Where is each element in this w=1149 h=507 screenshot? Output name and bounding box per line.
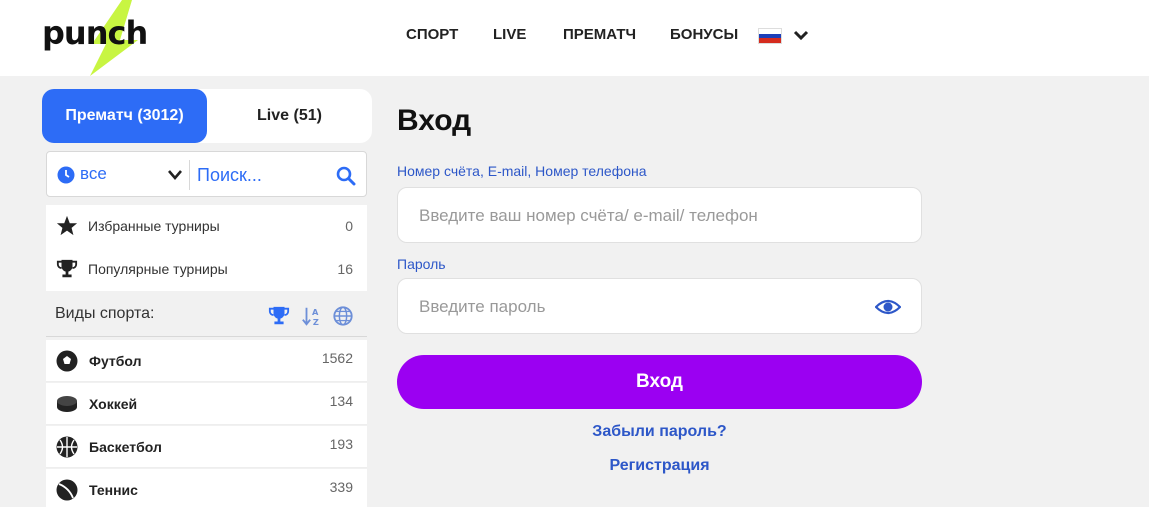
sport-item-football[interactable]: Футбол 1562 — [46, 340, 367, 382]
forgot-password-link[interactable]: Забыли пароль? — [397, 423, 922, 441]
eye-icon[interactable] — [875, 296, 901, 318]
search-icon[interactable] — [336, 166, 356, 186]
trophy-sort-icon[interactable] — [268, 305, 290, 327]
soccer-ball-icon — [56, 350, 78, 372]
popular-tournaments-item[interactable]: Популярные турниры 16 — [46, 248, 367, 291]
time-filter-select[interactable]: все — [80, 164, 107, 184]
list-item-count: 16 — [337, 261, 353, 277]
nav-sport[interactable]: СПОРТ — [406, 26, 458, 43]
list-item-label: Популярные турниры — [88, 261, 228, 277]
sports-header: Виды спорта: A Z — [46, 293, 367, 337]
logo[interactable]: punch — [40, 0, 190, 76]
login-title: Вход — [397, 104, 472, 137]
password-field — [397, 278, 922, 334]
sport-label: Хоккей — [89, 396, 138, 412]
favorite-tournaments-item[interactable]: Избранные турниры 0 — [46, 205, 367, 248]
star-icon — [56, 215, 78, 236]
divider — [189, 160, 190, 190]
svg-text:Z: Z — [313, 317, 319, 327]
sport-count: 339 — [329, 479, 353, 495]
chevron-down-icon[interactable] — [792, 26, 810, 44]
nav-bonuses[interactable]: БОНУСЫ — [670, 26, 738, 43]
tab-live[interactable]: Live (51) — [207, 89, 372, 143]
account-field — [397, 187, 922, 243]
favorites-list: Избранные турниры 0 Популярные турниры 1… — [46, 205, 367, 291]
sport-count: 134 — [329, 393, 353, 409]
list-item-label: Избранные турниры — [88, 218, 220, 234]
sport-item-tennis[interactable]: Теннис 339 — [46, 469, 367, 507]
password-input[interactable] — [419, 293, 859, 321]
sport-item-hockey[interactable]: Хоккей 134 — [46, 383, 367, 425]
russia-flag-icon[interactable] — [758, 28, 782, 44]
sport-count: 1562 — [321, 350, 353, 366]
hockey-puck-icon — [57, 396, 77, 412]
sort-alphabetical-icon[interactable]: A Z — [301, 305, 323, 327]
mode-tabs: Прематч (3012) Live (51) — [42, 89, 372, 143]
nav-live[interactable]: LIVE — [493, 26, 526, 43]
nav-prematch[interactable]: ПРЕМАТЧ — [563, 26, 636, 43]
basketball-icon — [56, 436, 78, 458]
globe-icon[interactable] — [332, 305, 354, 327]
svg-text:A: A — [312, 307, 319, 317]
sport-count: 193 — [329, 436, 353, 452]
clock-icon — [57, 166, 75, 184]
trophy-icon — [56, 259, 78, 278]
register-link[interactable]: Регистрация — [397, 457, 922, 475]
sport-label: Теннис — [89, 482, 138, 498]
password-field-label: Пароль — [397, 256, 446, 272]
sport-label: Футбол — [89, 353, 142, 369]
sport-item-basketball[interactable]: Баскетбол 193 — [46, 426, 367, 468]
account-field-label: Номер счёта, E-mail, Номер телефона — [397, 163, 647, 179]
account-input[interactable] — [419, 202, 859, 230]
chevron-down-icon[interactable] — [166, 167, 184, 183]
search-input[interactable] — [197, 162, 327, 188]
sports-header-title: Виды спорта: — [55, 305, 155, 322]
tab-prematch[interactable]: Прематч (3012) — [42, 89, 207, 143]
logo-text: punch — [42, 14, 148, 52]
sport-label: Баскетбол — [89, 439, 162, 455]
filter-bar: все — [46, 151, 367, 197]
header: punch СПОРТ LIVE ПРЕМАТЧ БОНУСЫ — [0, 0, 1149, 76]
tennis-ball-icon — [56, 479, 78, 501]
list-item-count: 0 — [345, 218, 353, 234]
login-button[interactable]: Вход — [397, 355, 922, 409]
